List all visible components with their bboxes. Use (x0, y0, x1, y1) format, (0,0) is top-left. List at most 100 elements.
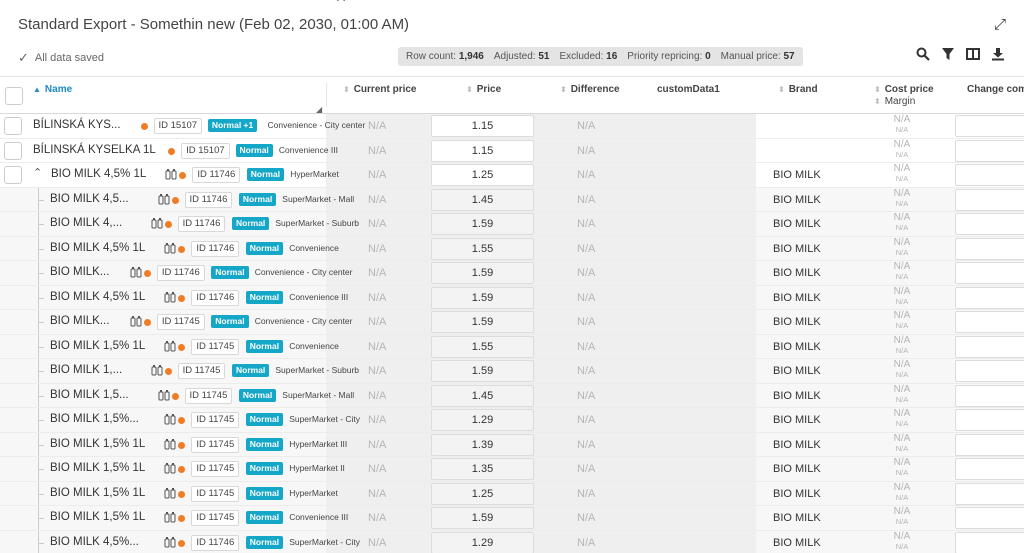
column-header-change[interactable]: Change comm (967, 77, 1024, 115)
product-name[interactable]: BIO MILK 4,5% 1L (50, 242, 145, 254)
table-row[interactable]: BIO MILK 4,5% 1L ID 11746 Normal Convenienc… (0, 285, 1024, 310)
table-row[interactable]: BIO MILK 1,5% 1L ID 11745 Normal HyperMarke… (0, 432, 1024, 457)
price-input[interactable]: 1.59 (431, 360, 534, 382)
price-input[interactable]: 1.39 (431, 433, 534, 456)
price-input[interactable]: 1.59 (431, 262, 534, 284)
table-row[interactable]: BIO MILK 4,5%... ID 11746 Normal SuperMarke… (0, 530, 1024, 553)
product-name[interactable]: BÍLINSKÁ KYS... (33, 119, 121, 131)
price-input[interactable]: 1.55 (431, 237, 534, 260)
price-input[interactable]: 1.59 (431, 213, 534, 235)
download-icon[interactable] (990, 47, 1006, 64)
row-checkbox[interactable] (4, 166, 22, 184)
change-comment-input[interactable] (955, 286, 1024, 309)
select-all-checkbox[interactable] (5, 87, 23, 105)
price-input[interactable]: 1.25 (431, 164, 534, 186)
table-row[interactable]: BIO MILK... ID 11746 Normal Convenience - C… (0, 261, 1024, 286)
product-name[interactable]: BIO MILK 1,5% 1L (50, 340, 145, 352)
change-comment-input[interactable] (955, 139, 1024, 162)
product-name[interactable]: BIO MILK 4,5... (50, 193, 129, 205)
filter-icon[interactable] (940, 47, 956, 64)
price-input[interactable]: 1.59 (431, 311, 534, 333)
change-comment-input[interactable] (955, 507, 1024, 529)
change-comment-input[interactable] (955, 360, 1024, 382)
change-comment-input[interactable] (955, 237, 1024, 260)
price-input[interactable]: 1.35 (431, 458, 534, 480)
product-name[interactable]: BIO MILK 1,5% 1L (50, 487, 145, 499)
price-input[interactable]: 1.59 (431, 286, 534, 309)
price-input[interactable]: 1.45 (431, 384, 534, 407)
change-comment-input[interactable] (955, 115, 1024, 137)
row-checkbox[interactable] (4, 117, 22, 135)
table-row[interactable]: BÍLINSKÁ KYS... ID 15107 Normal +1 Convenie… (0, 114, 1024, 139)
price-input[interactable]: 1.29 (431, 531, 534, 553)
column-header-brand[interactable]: ⬍ Brand (778, 77, 818, 115)
product-name[interactable]: BIO MILK 4,5%... (50, 536, 139, 548)
current-price-value: N/A (368, 169, 387, 181)
product-name[interactable]: BIO MILK 4,5% 1L (50, 291, 145, 303)
column-header-current-price[interactable]: ⬍ Current price (343, 77, 417, 115)
product-id: ID 11746 (156, 265, 205, 281)
change-comment-input[interactable] (955, 458, 1024, 480)
column-header-price[interactable]: ⬍ Price (466, 77, 501, 115)
change-comment-input[interactable] (955, 164, 1024, 186)
change-comment-input[interactable] (955, 262, 1024, 284)
column-header-difference[interactable]: ⬍ Difference (560, 77, 620, 115)
product-name[interactable]: BIO MILK 1,... (50, 364, 122, 376)
product-name[interactable]: BIO MILK 1,5% 1L (50, 438, 145, 450)
product-name[interactable]: BIO MILK 4,... (50, 217, 122, 229)
change-comment-input[interactable] (955, 409, 1024, 431)
table-row[interactable]: ⌃ BIO MILK 4,5% 1L ID 11746 Normal HyperMark… (0, 163, 1024, 188)
table-row[interactable]: BÍLINSKÁ KYSELKA 1L ID 15107 Normal Conveni… (0, 138, 1024, 163)
row-checkbox[interactable] (4, 141, 22, 160)
toolbar (915, 47, 1006, 64)
column-header-custom[interactable]: customData1 (657, 77, 720, 115)
price-input[interactable]: 1.15 (431, 115, 534, 137)
product-name[interactable]: BIO MILK 1,5% 1L (50, 511, 145, 523)
product-name[interactable]: BIO MILK... (50, 266, 109, 278)
column-header-cost-price[interactable]: ⬍ Cost price ⬍ Margin (874, 77, 934, 115)
price-input[interactable]: 1.45 (431, 188, 534, 211)
price-input[interactable]: 1.25 (431, 482, 534, 505)
status-badge: Normal (232, 364, 270, 377)
product-name[interactable]: BIO MILK... (50, 315, 109, 327)
change-comment-input[interactable] (955, 188, 1024, 211)
price-input[interactable]: 1.29 (431, 409, 534, 431)
price-input[interactable]: 1.55 (431, 335, 534, 358)
product-name[interactable]: BIO MILK 1,5... (50, 389, 129, 401)
table-row[interactable]: BIO MILK 1,... ID 11745 Normal SuperMarket … (0, 359, 1024, 384)
table-row[interactable]: BIO MILK 1,5... ID 11745 Normal SuperMarket… (0, 383, 1024, 408)
table-row[interactable]: BIO MILK 1,5% 1L ID 11745 Normal Convenienc… (0, 506, 1024, 531)
product-name[interactable]: BIO MILK 1,5%... (50, 413, 139, 425)
table-row[interactable]: BIO MILK... ID 11745 Normal Convenience - C… (0, 310, 1024, 335)
price-input[interactable]: 1.59 (431, 507, 534, 529)
product-name[interactable]: BIO MILK 4,5% 1L (51, 168, 146, 180)
change-comment-input[interactable] (955, 531, 1024, 553)
columns-icon[interactable] (965, 47, 981, 64)
collapse-chevron-icon[interactable]: ⌃ (33, 166, 42, 179)
change-comment-input[interactable] (955, 311, 1024, 333)
column-separator[interactable] (326, 83, 327, 107)
table-row[interactable]: BIO MILK 4,5% 1L ID 11746 Normal Convenienc… (0, 236, 1024, 261)
change-comment-input[interactable] (955, 433, 1024, 456)
table-row[interactable]: BIO MILK 4,... ID 11746 Normal SuperMarket … (0, 212, 1024, 237)
bottles-icon (165, 168, 177, 183)
change-comment-input[interactable] (955, 384, 1024, 407)
table-row[interactable]: BIO MILK 1,5% 1L ID 11745 Normal HyperMarke… (0, 481, 1024, 506)
product-name[interactable]: BIO MILK 1,5% 1L (50, 462, 145, 474)
status-dot (171, 196, 179, 204)
table-row[interactable]: BIO MILK 1,5% 1L ID 11745 Normal Convenienc… (0, 334, 1024, 359)
product-name[interactable]: BÍLINSKÁ KYSELKA 1L (33, 144, 156, 156)
status-dot (178, 515, 186, 522)
column-header-name[interactable]: ▲ Name (33, 77, 72, 115)
fullscreen-icon[interactable]: ⤢ (994, 16, 1006, 33)
resize-handle-icon[interactable]: ◢ (316, 105, 322, 114)
table-row[interactable]: BIO MILK 4,5... ID 11746 Normal SuperMarket… (0, 187, 1024, 212)
close-icon[interactable]: ✕ (332, 0, 350, 4)
change-comment-input[interactable] (955, 482, 1024, 505)
price-input[interactable]: 1.15 (431, 139, 534, 162)
table-row[interactable]: BIO MILK 1,5% 1L ID 11745 Normal HyperMarke… (0, 457, 1024, 482)
table-row[interactable]: BIO MILK 1,5%... ID 11745 Normal SuperMarke… (0, 408, 1024, 433)
change-comment-input[interactable] (955, 213, 1024, 235)
search-icon[interactable] (915, 47, 931, 64)
change-comment-input[interactable] (955, 335, 1024, 358)
